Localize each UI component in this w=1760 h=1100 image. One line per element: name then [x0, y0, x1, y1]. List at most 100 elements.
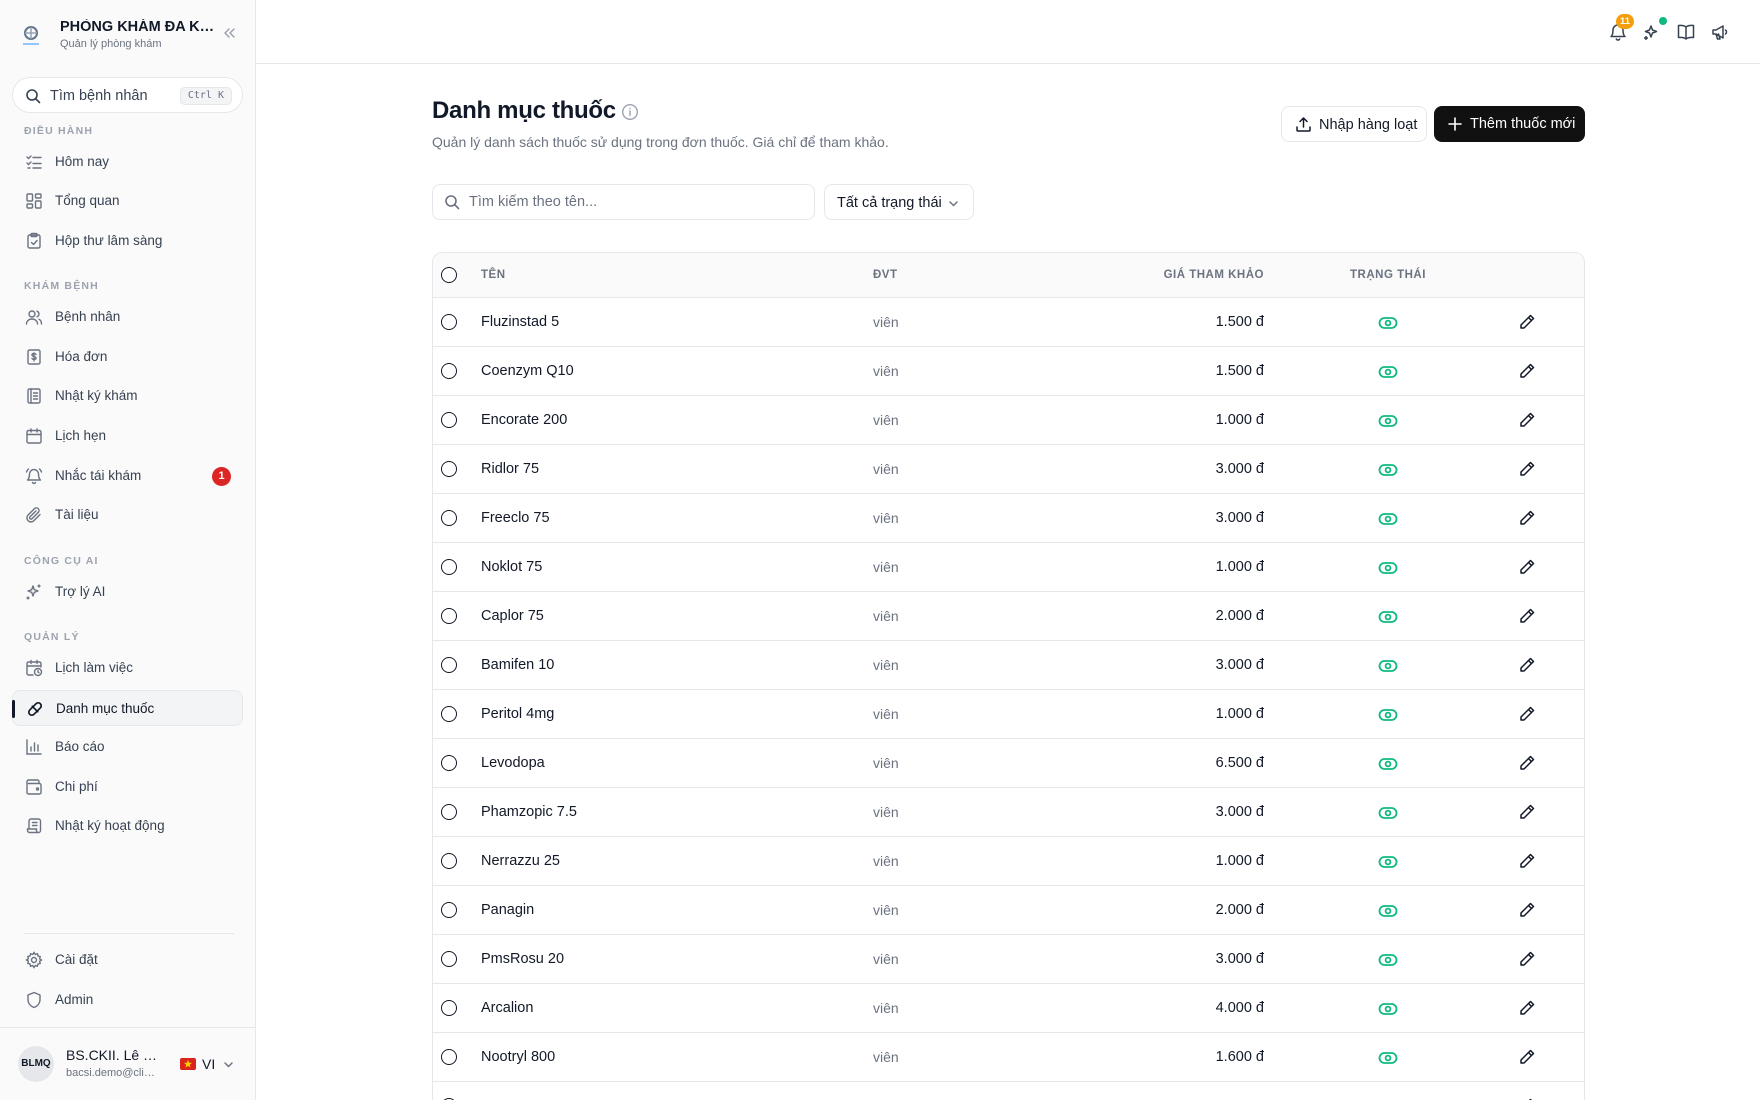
sidebar-item-settings[interactable]: Cài đặt [12, 942, 243, 978]
table-row[interactable]: Nerrazzu 25 viên 1.000 đ [433, 837, 1584, 886]
add-drug-button[interactable]: Thêm thuốc mới [1434, 106, 1585, 142]
sidebar-item-admin[interactable]: Admin [12, 982, 243, 1018]
row-checkbox[interactable] [441, 853, 457, 869]
avatar[interactable]: BLMQ [18, 1046, 54, 1082]
column-header-status[interactable]: TRẠNG THÁI [1350, 269, 1426, 281]
table-row[interactable]: Panagin viên 2.000 đ [433, 886, 1584, 935]
table-row[interactable]: Caplor 75 viên 2.000 đ [433, 592, 1584, 641]
row-checkbox[interactable] [441, 755, 457, 771]
table-row[interactable] [433, 1082, 1584, 1100]
active-toggle-icon[interactable] [1378, 705, 1398, 725]
active-toggle-icon[interactable] [1378, 1048, 1398, 1068]
table-row[interactable]: Phamzopic 7.5 viên 3.000 đ [433, 788, 1584, 837]
edit-pencil-icon[interactable] [1518, 607, 1536, 625]
edit-pencil-icon[interactable] [1518, 999, 1536, 1017]
active-toggle-icon[interactable] [1378, 852, 1398, 872]
row-checkbox[interactable] [441, 706, 457, 722]
table-row[interactable]: Fluzinstad 5 viên 1.500 đ [433, 298, 1584, 347]
active-toggle-icon[interactable] [1378, 362, 1398, 382]
edit-pencil-icon[interactable] [1518, 852, 1536, 870]
table-row[interactable]: Encorate 200 viên 1.000 đ [433, 396, 1584, 445]
row-checkbox[interactable] [441, 461, 457, 477]
row-checkbox[interactable] [441, 1049, 457, 1065]
table-row[interactable]: Nootryl 800 viên 1.600 đ [433, 1033, 1584, 1082]
table-row[interactable]: Ridlor 75 viên 3.000 đ [433, 445, 1584, 494]
edit-pencil-icon[interactable] [1518, 1048, 1536, 1066]
row-checkbox[interactable] [441, 951, 457, 967]
sidebar-item-documents[interactable]: Tài liệu [12, 497, 243, 533]
active-toggle-icon[interactable] [1378, 999, 1398, 1019]
table-row[interactable]: Bamifen 10 viên 3.000 đ [433, 641, 1584, 690]
column-header-unit[interactable]: ĐVT [873, 269, 898, 281]
edit-pencil-icon[interactable] [1518, 705, 1536, 723]
sidebar-item-visit-log[interactable]: Nhật ký khám [12, 378, 243, 414]
active-toggle-icon[interactable] [1378, 754, 1398, 774]
table-row[interactable]: Arcalion viên 4.000 đ [433, 984, 1584, 1033]
collapse-sidebar-icon[interactable] [220, 24, 238, 42]
select-all-checkbox[interactable] [441, 267, 457, 283]
active-toggle-icon[interactable] [1378, 656, 1398, 676]
sidebar-item-ai-assistant[interactable]: Trợ lý AI [12, 574, 243, 610]
edit-pencil-icon[interactable] [1518, 411, 1536, 429]
row-checkbox[interactable] [441, 559, 457, 575]
drug-search-input[interactable] [432, 184, 815, 220]
edit-pencil-icon[interactable] [1518, 509, 1536, 527]
edit-pencil-icon[interactable] [1518, 460, 1536, 478]
table-row[interactable]: Freeclo 75 viên 3.000 đ [433, 494, 1584, 543]
language-selector[interactable]: VI [178, 1054, 238, 1076]
megaphone-icon[interactable] [1710, 22, 1730, 42]
edit-pencil-icon[interactable] [1518, 558, 1536, 576]
sidebar-item-today[interactable]: Hôm nay [12, 144, 243, 180]
active-toggle-icon[interactable] [1378, 509, 1398, 529]
column-header-price[interactable]: GIÁ THAM KHẢO [1164, 269, 1264, 281]
edit-pencil-icon[interactable] [1518, 656, 1536, 674]
sidebar-item-follow-up-reminders[interactable]: Nhắc tái khám 1 [12, 458, 243, 494]
active-toggle-icon[interactable] [1378, 411, 1398, 431]
edit-pencil-icon[interactable] [1518, 313, 1536, 331]
bulk-import-button[interactable]: Nhập hàng loạt [1281, 106, 1427, 142]
ai-sparkles-icon[interactable] [1642, 22, 1662, 42]
active-toggle-icon[interactable] [1378, 607, 1398, 627]
sidebar-item-activity-log[interactable]: Nhật ký hoạt động [12, 808, 243, 844]
active-toggle-icon[interactable] [1378, 460, 1398, 480]
user-name[interactable]: BS.CKII. Lê Minh Quân [66, 1047, 162, 1063]
row-checkbox[interactable] [441, 608, 457, 624]
book-open-icon[interactable] [1676, 22, 1696, 42]
row-checkbox[interactable] [441, 657, 457, 673]
patient-search[interactable]: Tìm bệnh nhân Ctrl K [12, 77, 243, 113]
info-icon[interactable] [621, 103, 639, 121]
status-filter-select[interactable]: Tất cả trạng thái [824, 184, 974, 220]
sidebar-item-clinical-inbox[interactable]: Hộp thư lâm sàng [12, 223, 243, 259]
sidebar-item-drug-catalog[interactable]: Danh mục thuốc [12, 690, 243, 726]
column-header-name[interactable]: TÊN [481, 269, 506, 281]
edit-pencil-icon[interactable] [1518, 803, 1536, 821]
edit-pencil-icon[interactable] [1518, 901, 1536, 919]
edit-pencil-icon[interactable] [1518, 950, 1536, 968]
table-row[interactable]: Levodopa viên 6.500 đ [433, 739, 1584, 788]
edit-pencil-icon[interactable] [1518, 754, 1536, 772]
row-checkbox[interactable] [441, 412, 457, 428]
row-checkbox[interactable] [441, 363, 457, 379]
row-checkbox[interactable] [441, 1000, 457, 1016]
sidebar-item-reports[interactable]: Báo cáo [12, 729, 243, 765]
row-checkbox[interactable] [441, 902, 457, 918]
sidebar-item-overview[interactable]: Tổng quan [12, 183, 243, 219]
edit-pencil-icon[interactable] [1518, 362, 1536, 380]
brand[interactable]: PHÒNG KHÁM ĐA KHOA Quản lý phòng khám [16, 16, 244, 56]
table-row[interactable]: Noklot 75 viên 1.000 đ [433, 543, 1584, 592]
table-row[interactable]: Peritol 4mg viên 1.000 đ [433, 690, 1584, 739]
table-row[interactable]: Coenzym Q10 viên 1.500 đ [433, 347, 1584, 396]
active-toggle-icon[interactable] [1378, 558, 1398, 578]
sidebar-item-invoices[interactable]: Hóa đơn [12, 339, 243, 375]
row-checkbox[interactable] [441, 804, 457, 820]
active-toggle-icon[interactable] [1378, 901, 1398, 921]
row-checkbox[interactable] [441, 510, 457, 526]
active-toggle-icon[interactable] [1378, 950, 1398, 970]
row-checkbox[interactable] [441, 314, 457, 330]
active-toggle-icon[interactable] [1378, 313, 1398, 333]
sidebar-item-work-schedule[interactable]: Lịch làm việc [12, 650, 243, 686]
sidebar-item-appointments[interactable]: Lịch hẹn [12, 418, 243, 454]
active-toggle-icon[interactable] [1378, 803, 1398, 823]
sidebar-item-expenses[interactable]: Chi phí [12, 769, 243, 805]
sidebar-item-patients[interactable]: Bệnh nhân [12, 299, 243, 335]
